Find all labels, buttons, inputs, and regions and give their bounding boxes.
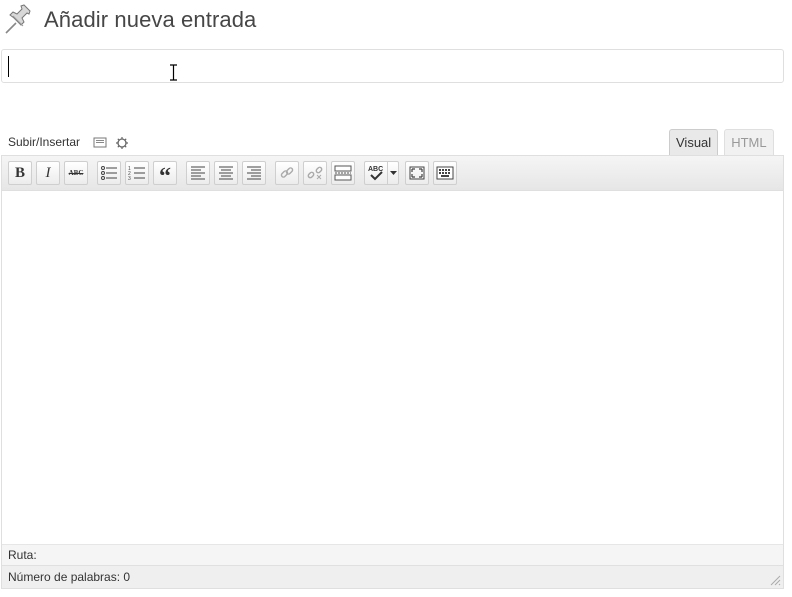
- align-center-button[interactable]: [214, 161, 238, 185]
- page-title: Añadir nueva entrada: [44, 7, 257, 32]
- insert-link-icon: [280, 167, 294, 178]
- chevron-down-icon: [389, 170, 397, 175]
- strikethrough-button[interactable]: ABC: [64, 161, 88, 185]
- editor-content-area[interactable]: [2, 191, 783, 544]
- italic-button[interactable]: I: [36, 161, 60, 185]
- path-label: Ruta:: [8, 548, 37, 562]
- tab-visual[interactable]: Visual: [669, 129, 719, 155]
- bulleted-list-button[interactable]: [97, 161, 121, 185]
- spellcheck-button[interactable]: ABC: [364, 161, 388, 185]
- kitchen-sink-button[interactable]: [433, 161, 457, 185]
- align-left-icon: [191, 166, 205, 180]
- align-left-button[interactable]: [186, 161, 210, 185]
- word-count-bar: Número de palabras: 0: [2, 565, 783, 588]
- editor-toolbar: B I ABC 1 2 3 “ ABC: [2, 156, 783, 191]
- upload-insert-label: Subir/Insertar: [8, 135, 81, 149]
- resize-handle-icon[interactable]: [769, 574, 781, 586]
- fullscreen-button[interactable]: [405, 161, 429, 185]
- pushpin-icon: [5, 4, 31, 34]
- text-caret: [8, 56, 9, 77]
- gear-icon[interactable]: [114, 134, 130, 150]
- insert-more-icon: [334, 165, 352, 181]
- fullscreen-icon: [409, 166, 425, 180]
- post-editor: B I ABC 1 2 3 “ ABC Ruta: Número de pala…: [1, 155, 784, 589]
- post-title-field[interactable]: [1, 49, 784, 83]
- unlink-button[interactable]: [303, 161, 327, 185]
- strikethrough-icon: ABC: [68, 169, 84, 177]
- bold-icon: B: [14, 164, 25, 181]
- media-buttons: Subir/Insertar: [8, 133, 136, 151]
- unlink-icon: [307, 166, 323, 180]
- spellcheck-language-dropdown[interactable]: [388, 161, 399, 185]
- italic-icon: I: [45, 164, 51, 181]
- media-library-icon[interactable]: [92, 134, 108, 150]
- editor-tabs: Visual HTML: [669, 129, 780, 155]
- align-center-icon: [219, 166, 233, 180]
- blockquote-button[interactable]: “: [153, 161, 177, 189]
- numbered-list-icon: 1 2 3: [128, 166, 145, 181]
- ibeam-cursor-icon: [170, 64, 177, 81]
- word-count: Número de palabras: 0: [8, 570, 131, 584]
- insert-more-button[interactable]: [331, 161, 355, 185]
- editor-path-bar: Ruta:: [2, 544, 783, 565]
- align-right-button[interactable]: [242, 161, 266, 185]
- bulleted-list-icon: [101, 166, 117, 180]
- blockquote-icon: “: [159, 164, 171, 190]
- tab-html[interactable]: HTML: [724, 129, 774, 155]
- bold-button[interactable]: B: [8, 161, 32, 185]
- numbered-list-button[interactable]: 1 2 3: [125, 161, 149, 185]
- post-title-input[interactable]: [2, 50, 783, 82]
- align-right-icon: [247, 166, 261, 180]
- insert-link-button[interactable]: [275, 161, 299, 185]
- spellcheck-icon: ABC: [368, 166, 383, 181]
- page-header: Añadir nueva entrada: [2, 2, 256, 38]
- kitchen-sink-icon: [436, 166, 454, 180]
- svg-text:3: 3: [128, 176, 131, 181]
